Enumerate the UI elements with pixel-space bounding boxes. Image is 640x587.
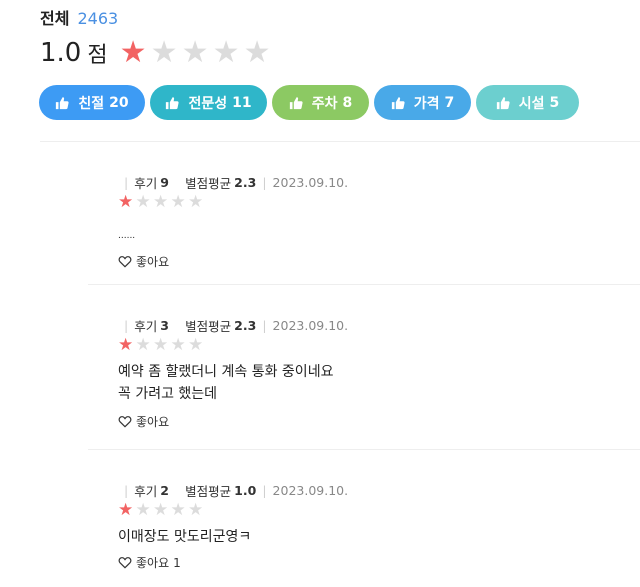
star-icon: ★ <box>188 500 204 520</box>
like-label: 좋아요 <box>136 415 170 429</box>
review-count-label: 후기 <box>134 175 158 191</box>
tag-filter-bar: 친절 20 전문성 11 주차 8 가격 7 시설 5 <box>39 85 584 120</box>
review-count: 2 <box>160 482 169 498</box>
avg-rating-label: 별점평균 <box>185 175 232 191</box>
tag-label: 친절 <box>78 95 105 112</box>
star-icon: ★ <box>153 500 169 520</box>
tag-label: 가격 <box>413 95 440 112</box>
like-label: 좋아요 <box>136 255 170 269</box>
tag-button-expertise[interactable]: 전문성 11 <box>150 85 267 120</box>
score-value: 1.0 <box>40 38 82 68</box>
review-date: 2023.09.10. <box>272 317 349 333</box>
star-icon: ★ <box>135 500 151 520</box>
review-count: 9 <box>160 174 169 190</box>
review-stars: ★ ★ ★ ★ ★ <box>118 193 618 211</box>
tag-count: 5 <box>549 94 560 111</box>
review-stars: ★ ★ ★ ★ ★ <box>118 336 618 354</box>
star-icon: ★ <box>170 335 186 355</box>
thumbs-up-icon <box>56 96 69 109</box>
review-meta: | 후기 9 | 별점평균 2.3 | 2023.09.10. <box>118 173 618 191</box>
heart-icon <box>118 256 132 268</box>
review-text: 이매장도 맛도리군영ㅋ <box>118 529 252 545</box>
divider <box>40 141 640 142</box>
score-unit: 점 <box>87 43 108 68</box>
review-meta: | 후기 3 | 별점평균 2.3 | 2023.09.10. <box>118 316 618 334</box>
review-text: ...... <box>118 231 136 241</box>
meta-divider: | <box>262 317 267 333</box>
average-score: 1.0 점 ★ ★ ★ ★ ★ <box>40 36 273 70</box>
total-summary: 전체 2463 <box>40 5 119 28</box>
star-icon: ★ <box>181 35 209 70</box>
review-meta: | 후기 2 | 별점평균 1.0 | 2023.09.10. <box>118 481 618 499</box>
avg-rating-label: 별점평균 <box>185 318 232 334</box>
thumbs-up-icon <box>166 96 180 109</box>
tag-button-facilities[interactable]: 시설 5 <box>476 85 579 120</box>
star-icon: ★ <box>170 500 186 520</box>
like-count: 1 <box>173 555 181 570</box>
tag-count: 7 <box>444 94 455 111</box>
tag-label: 전문성 <box>188 95 228 112</box>
star-icon: ★ <box>118 335 134 355</box>
star-icon: ★ <box>212 35 240 70</box>
meta-divider: | <box>262 174 267 190</box>
tag-button-kindness[interactable]: 친절 20 <box>39 85 145 120</box>
review-count-label: 후기 <box>134 318 158 334</box>
star-icon: ★ <box>118 500 134 520</box>
star-icon: ★ <box>135 192 151 212</box>
tag-count: 8 <box>342 94 353 111</box>
star-icon: ★ <box>150 35 178 70</box>
meta-divider: | <box>124 317 129 333</box>
star-icon: ★ <box>243 35 271 70</box>
review-stars: ★ ★ ★ ★ ★ <box>118 501 618 519</box>
review-date: 2023.09.10. <box>272 482 349 498</box>
review-divider <box>88 449 640 450</box>
like-label: 좋아요 <box>136 556 170 570</box>
review-date: 2023.09.10. <box>272 174 349 190</box>
thumbs-up-icon <box>289 96 303 109</box>
tag-count: 20 <box>109 94 129 111</box>
thumbs-up-icon <box>391 96 405 109</box>
star-icon: ★ <box>119 35 147 70</box>
star-icon: ★ <box>118 192 134 212</box>
meta-divider: | <box>262 482 267 498</box>
review-item: | 후기 2 | 별점평균 1.0 | 2023.09.10. ★★★★★ 이매… <box>118 481 618 571</box>
tag-button-parking[interactable]: 주차 8 <box>272 85 369 120</box>
like-button[interactable]: 좋아요 <box>118 413 198 430</box>
review-item: | 후기 9 | 별점평균 2.3 | 2023.09.10. ★★★★★ ..… <box>118 173 618 270</box>
meta-divider: | <box>124 482 129 498</box>
star-icon: ★ <box>188 192 204 212</box>
heart-icon <box>118 557 132 569</box>
heart-icon <box>118 416 132 428</box>
review-item: | 후기 3 | 별점평균 2.3 | 2023.09.10. ★★★★★ 예약… <box>118 316 618 430</box>
review-text: 예약 좀 할랬더니 계속 통화 중이네요 꼭 가려고 했는데 <box>118 364 334 402</box>
star-icon: ★ <box>135 335 151 355</box>
star-icon: ★ <box>153 192 169 212</box>
tag-button-price[interactable]: 가격 7 <box>374 85 471 120</box>
like-button[interactable]: 좋아요 1 <box>118 554 198 571</box>
tag-label: 주차 <box>311 95 338 112</box>
thumbs-up-icon <box>496 96 510 109</box>
avg-rating-value: 2.3 <box>234 317 257 333</box>
meta-divider: | <box>124 174 129 190</box>
score-stars: ★ ★ ★ ★ ★ <box>118 38 273 68</box>
avg-rating-value: 1.0 <box>234 482 257 498</box>
review-count: 3 <box>160 317 169 333</box>
tag-label: 시설 <box>518 95 545 112</box>
avg-rating-value: 2.3 <box>234 174 257 190</box>
star-icon: ★ <box>188 335 204 355</box>
tag-count: 11 <box>232 94 252 111</box>
star-icon: ★ <box>153 335 169 355</box>
total-count: 2463 <box>77 9 119 28</box>
like-button[interactable]: 좋아요 <box>118 253 198 270</box>
review-divider <box>88 284 640 285</box>
star-icon: ★ <box>170 192 186 212</box>
review-count-label: 후기 <box>134 483 158 499</box>
total-label: 전체 <box>40 9 70 28</box>
avg-rating-label: 별점평균 <box>185 483 232 499</box>
